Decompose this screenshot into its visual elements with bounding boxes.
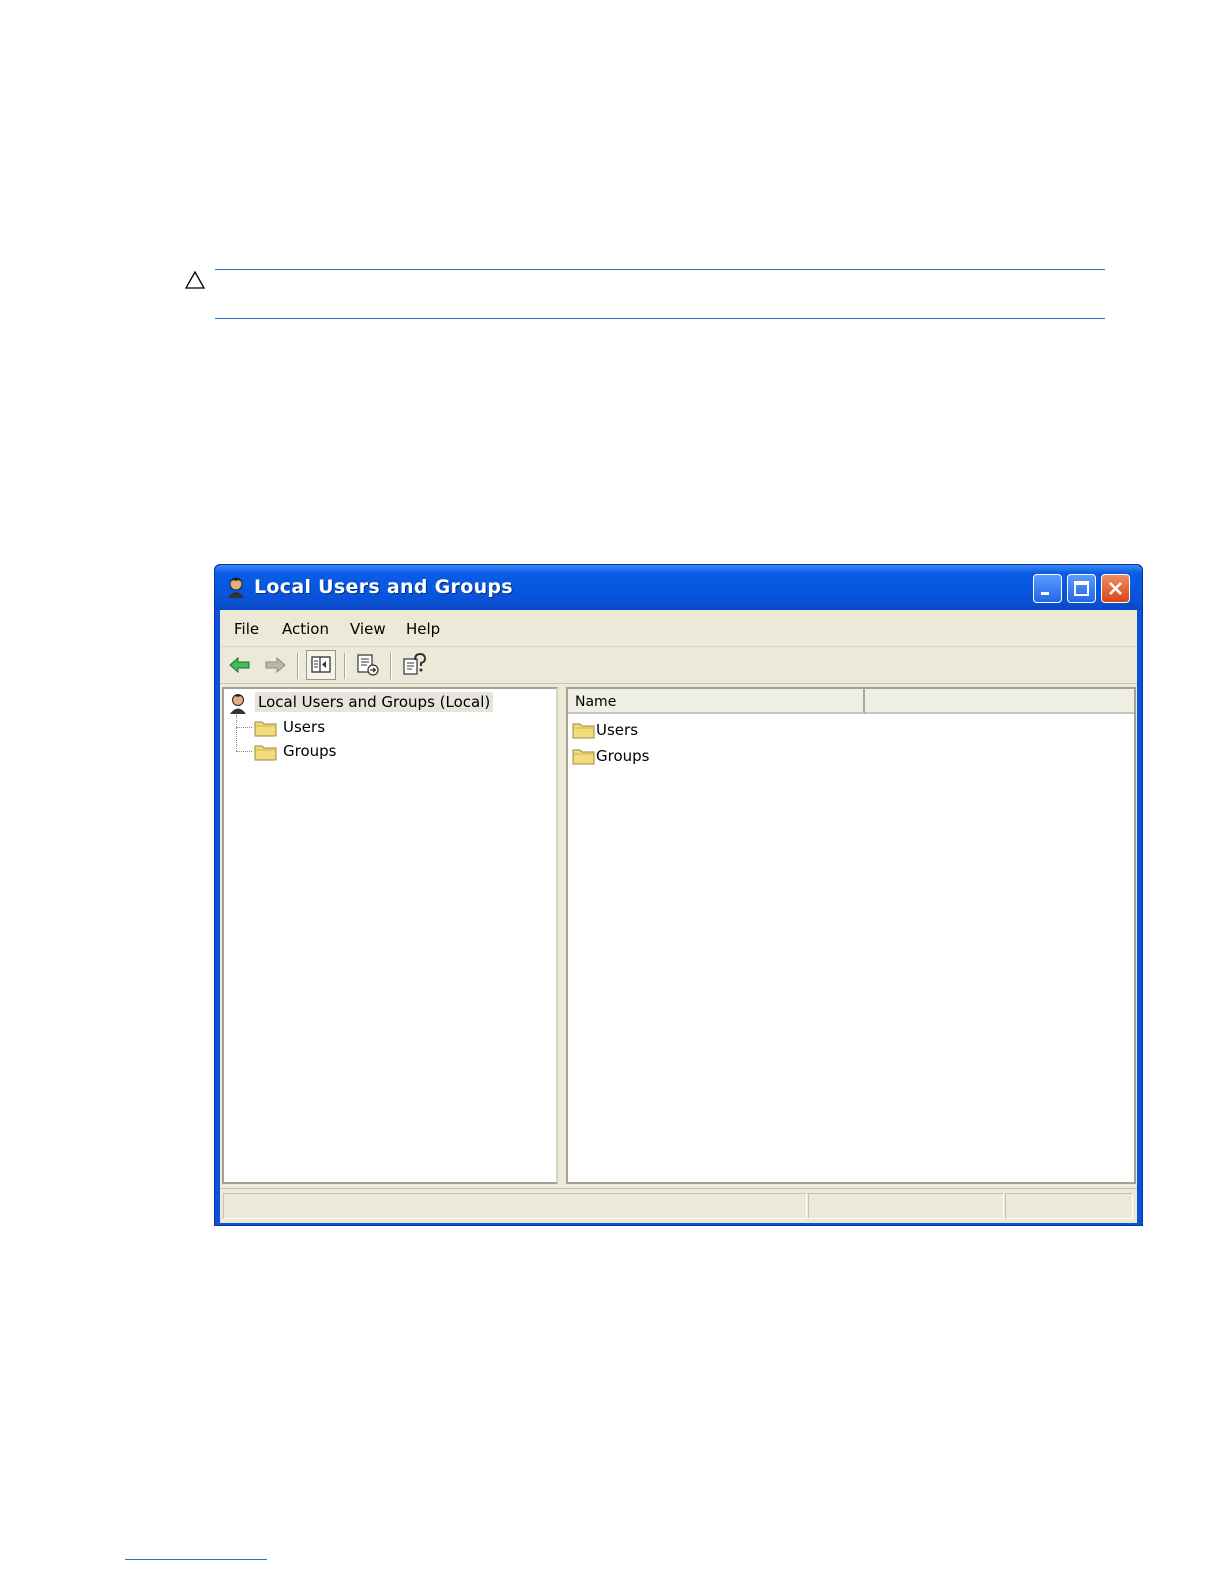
console-tree-pane[interactable]: Local Users and Groups (Local) Users Gro…: [222, 687, 558, 1184]
menu-file[interactable]: File: [234, 620, 259, 638]
folder-icon: [254, 745, 277, 761]
export-list-button[interactable]: [354, 651, 382, 679]
folder-icon: [572, 723, 595, 739]
details-list-pane[interactable]: Name Users Groups: [566, 687, 1136, 1184]
status-cell: [808, 1193, 1004, 1219]
minimize-button[interactable]: [1033, 574, 1062, 603]
list-item-label: Groups: [596, 747, 650, 765]
window-title: Local Users and Groups: [254, 576, 513, 598]
caution-bottom-rule: [215, 318, 1105, 319]
back-arrow-icon: [229, 656, 250, 674]
tree-connector: [236, 751, 252, 752]
show-hide-tree-button[interactable]: [306, 650, 336, 680]
tree-root-label: Local Users and Groups (Local): [255, 692, 494, 712]
forward-button[interactable]: [261, 651, 289, 679]
show-hide-tree-icon: [311, 656, 331, 673]
title-bar[interactable]: Local Users and Groups: [215, 565, 1142, 610]
toolbar-separator: [297, 653, 299, 679]
tree-connector: [236, 715, 237, 751]
maximize-button[interactable]: [1067, 574, 1096, 603]
forward-arrow-icon: [265, 656, 286, 674]
help-icon: [403, 652, 427, 675]
maximize-icon: [1074, 581, 1089, 596]
caution-top-rule: [215, 269, 1105, 270]
local-users-groups-window: Local Users and Groups File Action View …: [214, 564, 1143, 1226]
footer-rule: [125, 1559, 267, 1560]
help-button[interactable]: [400, 651, 428, 679]
menu-bar: File Action View Help: [220, 610, 1137, 647]
export-list-icon: [357, 654, 379, 676]
warning-triangle-icon: [184, 270, 206, 289]
menu-action[interactable]: Action: [282, 620, 329, 638]
close-icon: [1109, 582, 1122, 595]
window-client-area: File Action View Help Local Users and Gr…: [220, 610, 1137, 1223]
back-button[interactable]: [226, 651, 254, 679]
folder-icon: [254, 721, 277, 737]
menu-help[interactable]: Help: [406, 620, 440, 638]
column-header-empty[interactable]: [865, 689, 1134, 714]
toolbar-separator: [390, 653, 392, 679]
status-bar: [220, 1188, 1137, 1223]
tree-connector: [236, 727, 252, 728]
minimize-icon: [1041, 592, 1049, 595]
tree-item-label: Groups: [283, 742, 337, 760]
users-snapin-icon: [228, 577, 244, 598]
column-header-name[interactable]: Name: [568, 689, 865, 714]
close-button[interactable]: [1101, 574, 1130, 603]
pane-splitter[interactable]: [558, 687, 566, 1184]
users-snapin-icon: [230, 694, 246, 714]
list-item-label: Users: [596, 721, 639, 739]
toolbar-separator: [344, 653, 346, 679]
column-header-label: Name: [575, 694, 617, 710]
status-cell: [1005, 1193, 1133, 1219]
toolbar: [220, 647, 1137, 684]
tree-item-label: Users: [283, 718, 326, 736]
status-cell: [223, 1193, 807, 1219]
folder-icon: [572, 749, 595, 765]
menu-view[interactable]: View: [350, 620, 386, 638]
